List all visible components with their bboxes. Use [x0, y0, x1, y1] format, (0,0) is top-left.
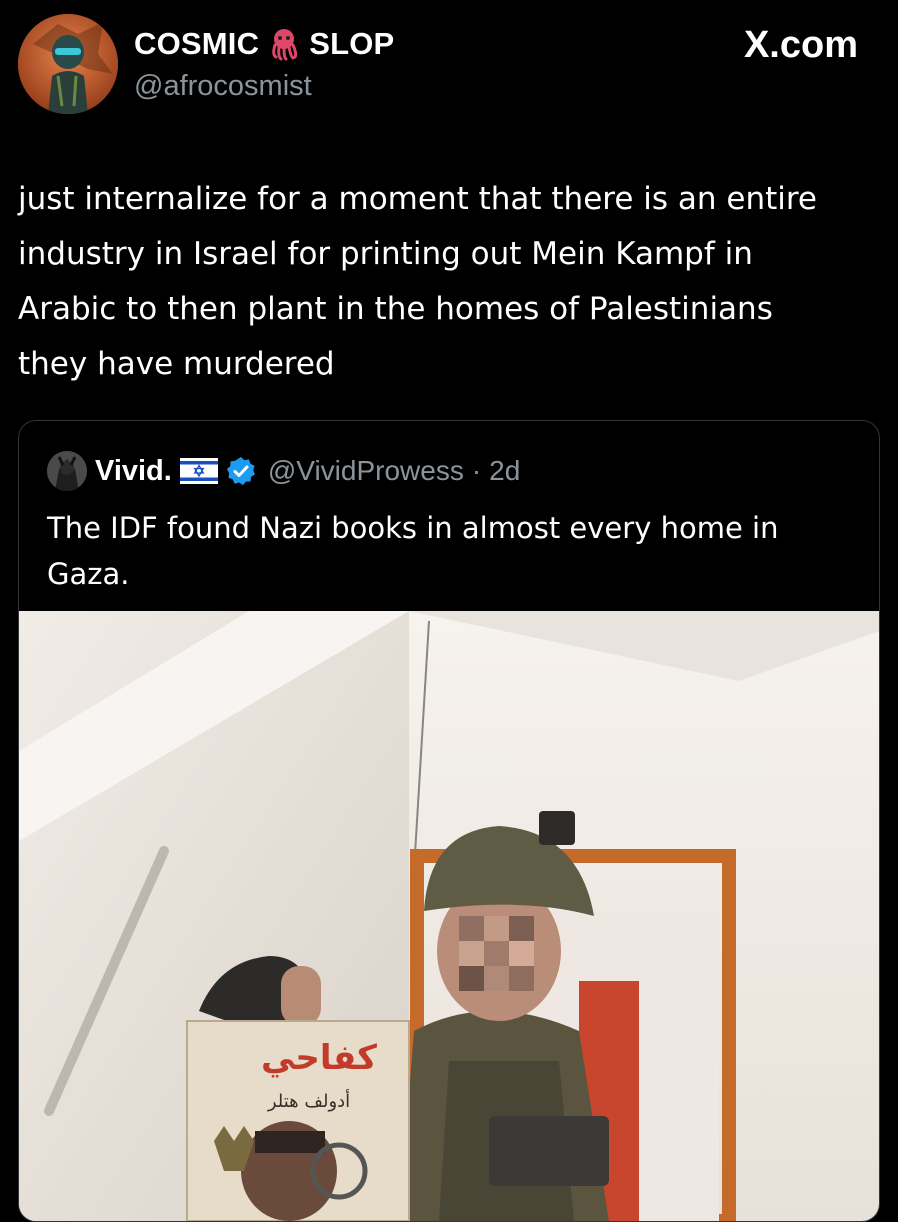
site-brand-label: X.com — [743, 24, 858, 66]
quoted-avatar-image — [47, 451, 87, 491]
octopus-icon — [267, 27, 301, 61]
author-name-left: COSMIC — [134, 26, 260, 61]
book-title-arabic: كفاحي — [261, 1038, 377, 1078]
book-cover: كفاحي أدولف هتلر — [186, 1020, 410, 1221]
book-author-arabic: أدولف هتلر — [267, 1089, 350, 1112]
author-name-right: SLOP — [309, 26, 395, 61]
separator-dot: · — [471, 455, 482, 486]
photo-scene: كفاحي أدولف هتلر — [19, 611, 879, 1221]
avatar-image — [18, 14, 118, 114]
quoted-display-name[interactable]: Vivid. — [95, 455, 172, 488]
verified-badge-icon — [226, 456, 256, 486]
quoted-author-avatar[interactable] — [47, 451, 87, 491]
hand-thumb — [281, 966, 321, 1026]
tweet-header: COSMIC SLOP @afrocosmist X.com — [0, 0, 898, 130]
quoted-timestamp[interactable]: 2d — [489, 455, 520, 487]
quoted-handle[interactable]: @VividProwess — [268, 455, 464, 487]
helmet-mount — [539, 811, 575, 845]
gear-box — [489, 1116, 609, 1186]
quoted-tweet-header: Vivid. @VividProwess · 2d — [47, 451, 520, 491]
author-avatar[interactable] — [18, 14, 118, 114]
quoted-tweet-text: The IDF found Nazi books in almost every… — [47, 511, 779, 591]
site-brand: X.com — [744, 24, 858, 67]
tweet-text: just internalize for a moment that there… — [18, 181, 818, 382]
author-display-name[interactable]: COSMIC SLOP — [134, 26, 394, 62]
author-handle[interactable]: @afrocosmist — [134, 70, 312, 103]
quoted-tweet-photo[interactable]: كفاحي أدولف هتلر — [19, 611, 879, 1221]
quoted-tweet[interactable]: Vivid. @VividProwess · 2d The IDF found … — [18, 420, 880, 1222]
israel-flag-icon — [179, 458, 218, 484]
